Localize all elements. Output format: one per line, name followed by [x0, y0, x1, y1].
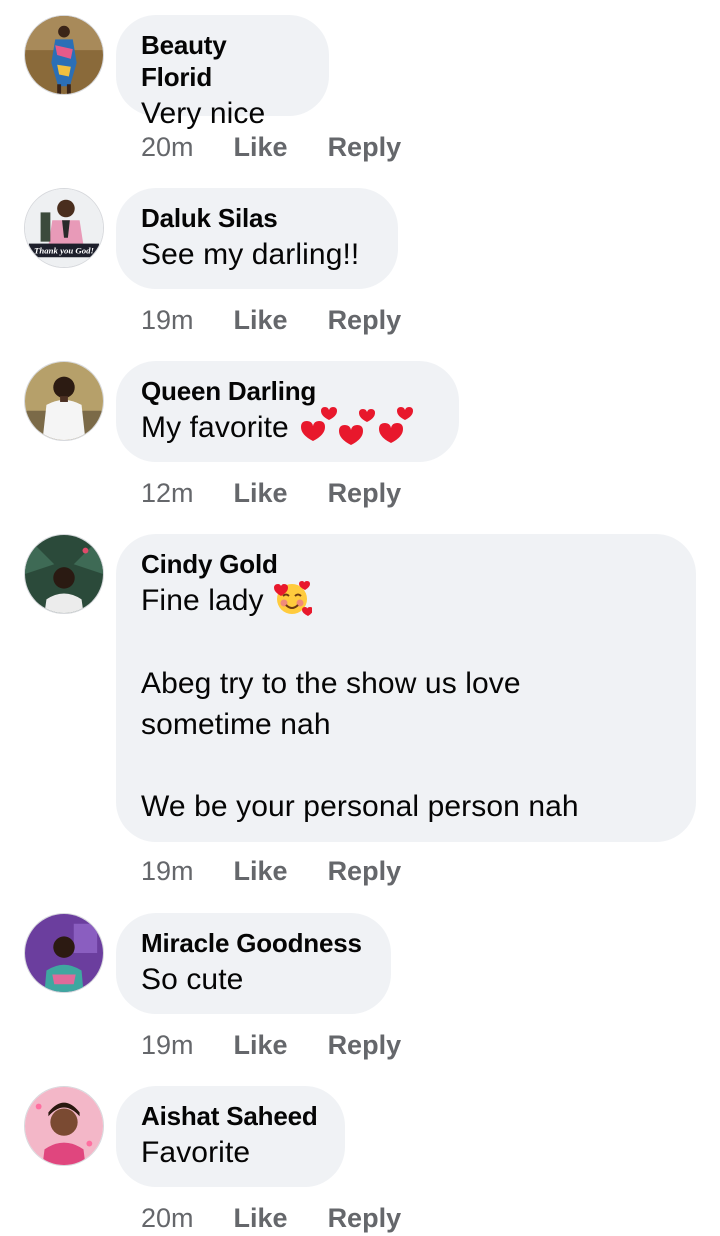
comment-text-content: Abeg try to the show us love sometime na…: [141, 667, 579, 824]
comment-bubble: Daluk Silas See my darling!!: [116, 188, 398, 289]
comment-text: So cute: [141, 963, 244, 996]
comment-author[interactable]: Miracle Goodness: [141, 927, 365, 959]
comment-text-content: My favorite: [141, 411, 289, 444]
comment-timestamp[interactable]: 19m: [141, 305, 194, 336]
avatar[interactable]: Thank you God!: [24, 188, 104, 268]
comment-timestamp[interactable]: 19m: [141, 1030, 194, 1061]
comment-actions: 12m Like Reply: [141, 475, 401, 511]
like-button[interactable]: Like: [234, 1030, 288, 1061]
comment-text-content: Fine lady: [141, 584, 264, 617]
comment-bubble: Aishat Saheed Favorite: [116, 1086, 345, 1187]
comment-timestamp[interactable]: 19m: [141, 856, 194, 887]
comment-timestamp[interactable]: 12m: [141, 478, 194, 509]
smiling-face-with-hearts-emoji-icon: [274, 581, 313, 617]
comment-bubble: Cindy Gold Fine lady Abeg try to the sho…: [116, 534, 696, 842]
comment-text: Very nice: [141, 97, 266, 130]
comment-text: See my darling!!: [141, 238, 360, 271]
comment-bubble: Miracle Goodness So cute: [116, 913, 391, 1014]
revolving-hearts-emoji-icon: [301, 407, 414, 446]
comment-text: My favorite: [141, 407, 433, 449]
avatar[interactable]: [24, 913, 104, 993]
comment-actions: 19m Like Reply: [141, 1027, 401, 1063]
reply-button[interactable]: Reply: [328, 856, 402, 887]
comment-timestamp[interactable]: 20m: [141, 132, 194, 163]
comment-text: Favorite: [141, 1136, 251, 1169]
comment-author[interactable]: Beauty Florid: [141, 29, 303, 93]
profile-photo-icon: [25, 914, 103, 992]
comment-actions: 20m Like Reply: [141, 1200, 401, 1236]
profile-photo-icon: [25, 535, 103, 613]
comment-author[interactable]: Cindy Gold: [141, 548, 670, 580]
comment-bubble: Queen Darling My favorite: [116, 361, 459, 462]
comment-actions: 19m Like Reply: [141, 853, 401, 889]
profile-photo-icon: [25, 16, 103, 94]
reply-button[interactable]: Reply: [328, 132, 402, 163]
comment-author[interactable]: Aishat Saheed: [141, 1100, 319, 1132]
avatar[interactable]: [24, 534, 104, 614]
like-button[interactable]: Like: [234, 478, 288, 509]
profile-photo-icon: [25, 362, 103, 440]
avatar[interactable]: [24, 15, 104, 95]
like-button[interactable]: Like: [234, 132, 288, 163]
comment-bubble: Beauty Florid Very nice: [116, 15, 329, 130]
comment-actions: 19m Like Reply: [141, 302, 401, 338]
reply-button[interactable]: Reply: [328, 478, 402, 509]
profile-photo-icon: [25, 1087, 103, 1165]
comment-author[interactable]: Daluk Silas: [141, 202, 372, 234]
comment-text: Fine lady Abeg try to the show us love s…: [141, 580, 670, 827]
svg-text:Thank you God!: Thank you God!: [34, 245, 94, 255]
like-button[interactable]: Like: [234, 305, 288, 336]
reply-button[interactable]: Reply: [328, 1030, 402, 1061]
comment-feed: Beauty Florid Very nice 20m Like Reply T…: [0, 0, 720, 1233]
comment-actions: 20m Like Reply: [141, 129, 401, 165]
like-button[interactable]: Like: [234, 856, 288, 887]
reply-button[interactable]: Reply: [328, 305, 402, 336]
avatar[interactable]: [24, 361, 104, 441]
comment-author[interactable]: Queen Darling: [141, 375, 433, 407]
profile-photo-icon: Thank you God!: [25, 189, 103, 267]
avatar[interactable]: [24, 1086, 104, 1166]
